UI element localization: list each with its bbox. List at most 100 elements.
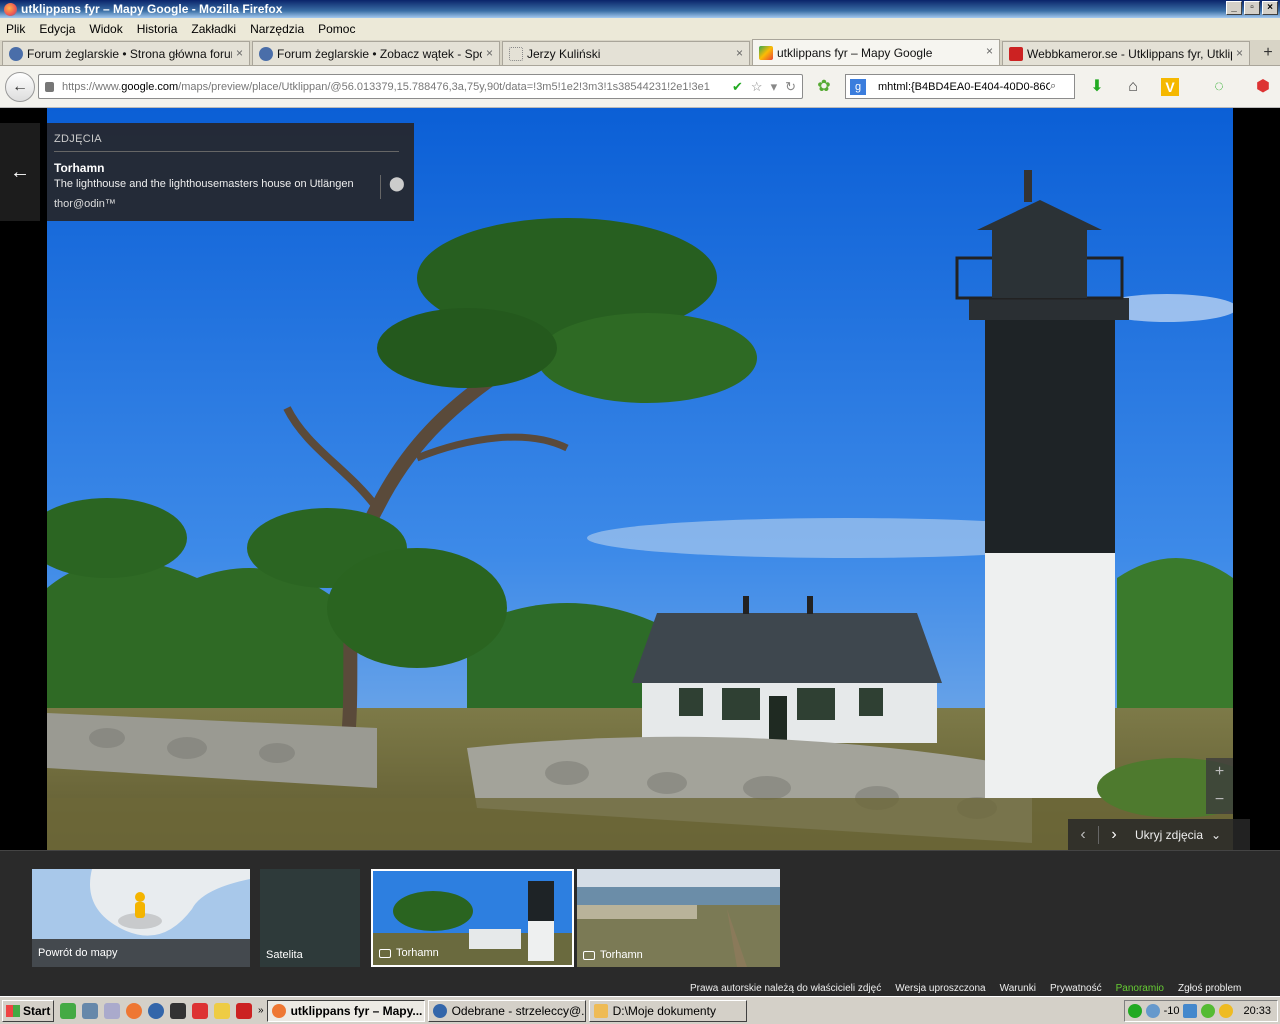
task-thunderbird[interactable]: Odebrane - strzeleccy@...: [427, 999, 586, 1022]
close-tab-icon[interactable]: ×: [486, 46, 493, 60]
quicklaunch-app-icon[interactable]: [82, 1002, 98, 1019]
search-bar[interactable]: g mhtml:{B4BD4EA0-E404-40D0-86C5 ⌕: [845, 74, 1075, 99]
download-icon[interactable]: ⬇: [1088, 78, 1106, 96]
firefox-icon[interactable]: [126, 1002, 142, 1019]
tab-label: Jerzy Kuliński: [527, 46, 601, 61]
quick-launch: [60, 1002, 252, 1019]
tab-forum-main[interactable]: Forum żeglarskie • Strona główna forum ×: [2, 41, 250, 65]
photo-info-panel: ZDJĘCIA Torhamn The lighthouse and the l…: [47, 123, 414, 221]
more-chevron-icon[interactable]: »: [258, 1005, 264, 1016]
photo-title[interactable]: Torhamn: [54, 161, 407, 175]
menu-narzedzia[interactable]: Narzędzia: [250, 22, 304, 36]
camera-icon: [379, 948, 391, 958]
quicklaunch-app-icon[interactable]: [170, 1002, 186, 1019]
bookmark-star-icon[interactable]: ☆: [751, 79, 763, 95]
tray-app-icon[interactable]: [1219, 1004, 1234, 1018]
photo-thumb[interactable]: Torhamn: [577, 869, 780, 967]
satellite-thumb[interactable]: Satelita: [260, 869, 360, 967]
maximize-button[interactable]: ▫: [1244, 1, 1260, 15]
close-window-button[interactable]: ×: [1262, 1, 1278, 15]
thunderbird-icon: [432, 1003, 447, 1018]
close-tab-icon[interactable]: ×: [236, 46, 243, 60]
close-tab-icon[interactable]: ×: [1236, 46, 1243, 60]
task-label: utklippans fyr – Mapy...: [290, 1003, 423, 1018]
blank-page-icon: [509, 46, 523, 61]
menu-widok[interactable]: Widok: [89, 22, 122, 36]
google-maps-favicon-icon: [759, 45, 773, 60]
chevron-down-icon[interactable]: ⌄: [1211, 828, 1221, 842]
zoom-in-button[interactable]: +: [1206, 758, 1233, 786]
terms-link[interactable]: Warunki: [1000, 983, 1036, 996]
home-icon[interactable]: ⌂: [1124, 78, 1142, 96]
network-icon[interactable]: [1183, 1004, 1198, 1018]
privacy-link[interactable]: Prywatność: [1050, 983, 1102, 996]
copyright-link[interactable]: Prawa autorskie należą do właścicieli zd…: [690, 983, 881, 996]
addon-icon[interactable]: ✿: [815, 78, 833, 96]
weather-icon[interactable]: [1145, 1004, 1160, 1018]
menu-edycja[interactable]: Edycja: [39, 22, 75, 36]
panoramio-logo[interactable]: Panoramio: [1116, 983, 1164, 996]
tray-app-icon[interactable]: [1201, 1004, 1216, 1018]
quicklaunch-app-icon[interactable]: [236, 1002, 252, 1019]
hide-photos-button[interactable]: Ukryj zdjęcia: [1135, 828, 1203, 842]
photo-thumb-selected[interactable]: Torhamn: [371, 869, 574, 967]
verified-check-icon[interactable]: ✔: [732, 79, 743, 95]
quicklaunch-app-icon[interactable]: [214, 1002, 230, 1019]
photo-description: The lighthouse and the lighthousemasters…: [54, 178, 354, 190]
back-arrow-button[interactable]: ←: [0, 123, 40, 221]
task-firefox[interactable]: utklippans fyr – Mapy...: [266, 999, 425, 1022]
menu-historia[interactable]: Historia: [137, 22, 178, 36]
quicklaunch-app-icon[interactable]: [60, 1002, 76, 1019]
forum-favicon-icon: [9, 46, 23, 61]
search-icon[interactable]: ⌕: [1050, 80, 1056, 93]
thunderbird-icon[interactable]: [148, 1002, 164, 1019]
url-prefix: https://www.: [62, 80, 122, 93]
vuze-icon[interactable]: V: [1161, 78, 1179, 96]
section-header: ZDJĘCIA: [54, 133, 399, 152]
task-explorer[interactable]: D:\Moje dokumenty: [588, 999, 747, 1022]
minimize-button[interactable]: _: [1226, 1, 1242, 15]
navigation-toolbar: ← https://www.google.com/maps/preview/pl…: [0, 66, 1280, 108]
opera-icon[interactable]: [192, 1002, 208, 1019]
tab-google-maps[interactable]: utklippans fyr – Mapy Google ×: [752, 39, 1000, 65]
camera-icon: [583, 950, 595, 960]
back-button[interactable]: ←: [5, 71, 35, 102]
tray-app-icon[interactable]: [1127, 1004, 1142, 1018]
tab-webbkameror[interactable]: Webbkameror.se - Utklippans fyr, Utklipp…: [1002, 41, 1250, 65]
quicklaunch-app-icon[interactable]: [104, 1002, 120, 1019]
extension-icon[interactable]: ⬢: [1254, 78, 1272, 96]
tab-forum-thread[interactable]: Forum żeglarskie • Zobacz wątek - Sposó.…: [252, 41, 500, 65]
prev-photo-button[interactable]: ‹: [1068, 826, 1098, 844]
clock[interactable]: 20:33: [1243, 1005, 1271, 1017]
new-tab-button[interactable]: +: [1256, 41, 1280, 65]
sync-icon[interactable]: ◌: [1210, 78, 1228, 96]
close-tab-icon[interactable]: ×: [736, 46, 743, 60]
webbkameror-favicon-icon: [1009, 46, 1023, 61]
dropdown-icon[interactable]: ▾: [771, 79, 778, 95]
photo-author[interactable]: thor@odin™: [54, 198, 407, 210]
photo-viewer: ← ZDJĘCIA Torhamn The lighthouse and the…: [0, 108, 1280, 850]
back-to-map-thumb[interactable]: Powrót do mapy: [32, 869, 250, 967]
menu-plik[interactable]: Plik: [6, 22, 25, 36]
thumb-label: Torhamn: [600, 949, 643, 961]
report-problem-link[interactable]: Zgłoś problem: [1178, 983, 1241, 996]
lite-mode-link[interactable]: Wersja uproszczona: [895, 983, 985, 996]
task-label: Odebrane - strzeleccy@...: [451, 1003, 586, 1018]
menu-pomoc[interactable]: Pomoc: [318, 22, 355, 36]
window-titlebar: utklippans fyr – Mapy Google - Mozilla F…: [0, 0, 1280, 18]
close-tab-icon[interactable]: ×: [986, 44, 993, 58]
tab-label: Forum żeglarskie • Zobacz wątek - Sposó.…: [277, 46, 482, 61]
search-input[interactable]: mhtml:{B4BD4EA0-E404-40D0-86C5: [878, 81, 1050, 93]
url-bar[interactable]: https://www.google.com/maps/preview/plac…: [38, 74, 803, 99]
start-button[interactable]: Start: [2, 999, 54, 1022]
google-search-engine-icon[interactable]: g: [850, 78, 866, 95]
folder-icon: [593, 1003, 608, 1018]
menu-zakladki[interactable]: Zakładki: [191, 22, 236, 36]
map-pin-icon[interactable]: ⬤: [380, 175, 405, 199]
next-photo-button[interactable]: ›: [1099, 826, 1129, 844]
zoom-out-button[interactable]: −: [1206, 786, 1233, 814]
reload-icon[interactable]: ↻: [785, 79, 796, 95]
tab-label: Forum żeglarskie • Strona główna forum: [27, 46, 232, 61]
tab-jerzy[interactable]: Jerzy Kuliński ×: [502, 41, 750, 65]
start-label: Start: [23, 1003, 51, 1018]
